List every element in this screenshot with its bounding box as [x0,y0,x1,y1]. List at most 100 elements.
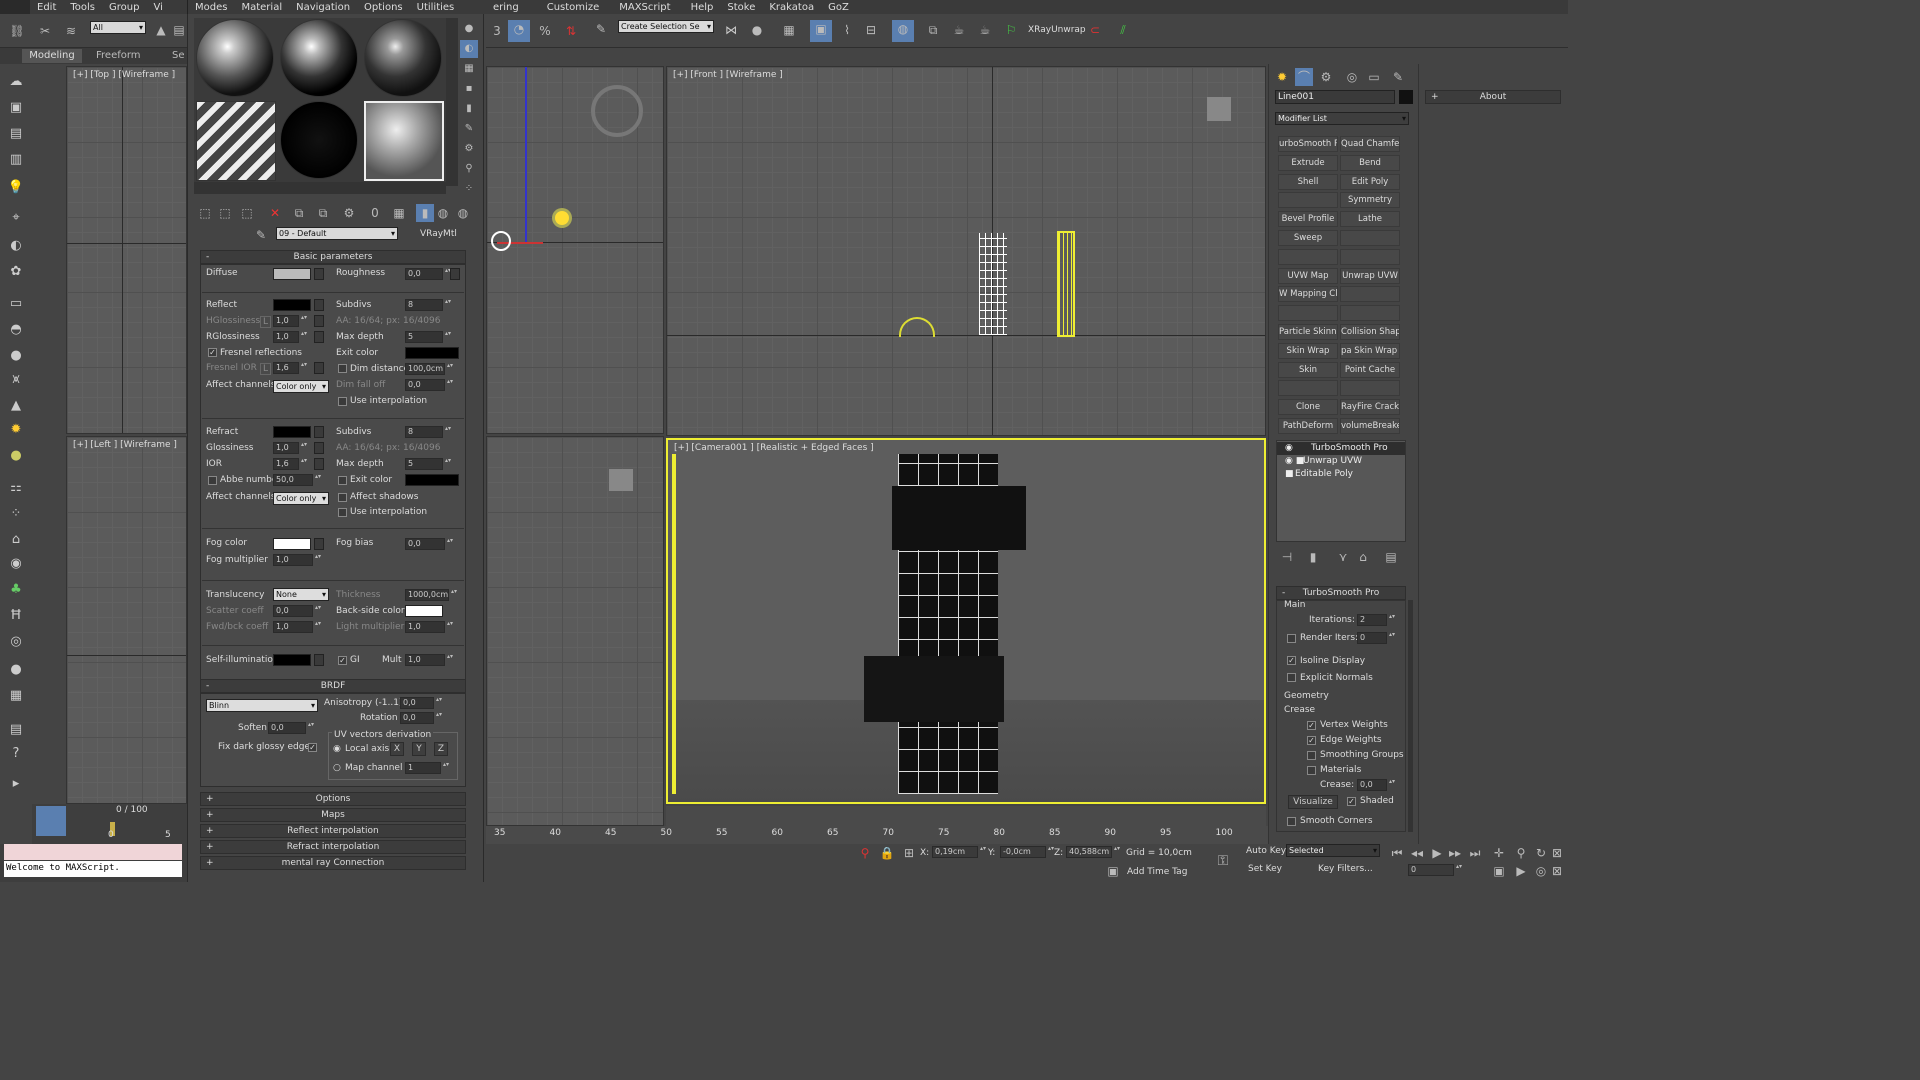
modifier-button-12-1[interactable]: Point Cache [1340,361,1400,378]
next-frame-icon[interactable]: ▸▸ [1446,844,1464,862]
key-filters-button[interactable]: Key Filters... [1318,864,1373,874]
xrayunwrap-label[interactable]: XRayUnwrap [1028,25,1086,35]
shaded-checkbox[interactable]: ✓ [1347,797,1356,806]
smooth-corners-checkbox[interactable] [1287,817,1296,826]
plant-icon[interactable]: ♣ [6,582,26,600]
menu-material[interactable]: Material [234,2,289,13]
make-unique-stack-icon[interactable]: ⋎ [1334,548,1352,566]
sphere-icon[interactable]: ● [6,348,26,366]
modifier-button-14-1[interactable]: RayFire Cracks [1340,399,1400,416]
reset-map-icon[interactable]: ✕ [266,204,284,222]
select-by-name-icon[interactable]: ▤ [170,21,188,39]
fwd-bck-coeff-spinner[interactable]: 1,0 [273,621,321,633]
selection-lock-icon[interactable]: 🔒 [878,844,896,862]
fresnel-ior-spinner[interactable]: 1,6 [273,362,307,374]
hierarchy-tab-icon[interactable]: ⚙ [1317,68,1335,86]
ior-map-button[interactable] [314,458,324,470]
panel-icon[interactable]: ▥ [6,152,26,170]
pin-stack-icon[interactable]: ⊣ [1278,548,1296,566]
modifier-button-2-0[interactable]: Shell [1278,173,1338,190]
fresnel-ior-map-button[interactable] [314,362,324,374]
menu-krakatoa[interactable]: Krakatoa [762,2,821,13]
script-icon[interactable]: ▤ [6,722,26,740]
gi-checkbox[interactable]: ✓ [338,656,347,665]
viewport-camera-label[interactable]: [+] [Camera001 ] [Realistic + Edged Face… [674,443,874,453]
render-iters-spinner[interactable]: 0 [1357,632,1395,644]
viewport-left-partial[interactable] [486,436,664,826]
show-end-result-icon[interactable]: ▮ [416,204,434,222]
command-panel-scrollbar[interactable] [1408,600,1413,832]
show-end-result-stack-icon[interactable]: ▮ [1304,548,1322,566]
min-max-toggle-icon[interactable]: ⊠ [1548,862,1566,880]
sheet-icon[interactable]: ▤ [6,126,26,144]
menu-help[interactable]: Help [684,2,721,13]
menu-goz[interactable]: GoZ [821,2,856,13]
menu-options[interactable]: Options [357,2,410,13]
modifier-button-4-1[interactable]: Lathe [1340,211,1400,228]
modifier-button-11-0[interactable]: Skin Wrap [1278,342,1338,359]
dim-distance-checkbox[interactable] [338,364,347,373]
y-coord-field[interactable]: -0,0cm [1000,846,1054,858]
sample-slot-5[interactable] [280,101,358,179]
film-icon[interactable]: ✿ [6,264,26,282]
play-icon[interactable]: ▶ [1428,844,1446,862]
object-gizmo[interactable] [491,231,511,251]
grass-icon[interactable]: ⩙ [6,372,26,390]
viewport-camera[interactable]: [+] [Camera001 ] [Realistic + Edged Face… [666,438,1266,804]
configure-modifier-sets-icon[interactable]: ▤ [1382,548,1400,566]
axis-z-button[interactable]: Z [434,742,448,756]
set-key-button[interactable]: Set Key [1248,864,1282,874]
tab-selection[interactable]: Se [172,50,185,61]
rollout-reflect-interpolation[interactable]: + Reflect interpolation [200,824,466,838]
modifier-button-11-1[interactable]: pa Skin Wrap I [1340,342,1400,359]
menu-customize[interactable]: Customize [540,2,607,13]
refract-glossiness-map-button[interactable] [314,442,324,454]
front-light-object[interactable] [1207,97,1231,121]
sample-slot-3[interactable] [364,19,442,97]
remove-modifier-icon[interactable]: ⌂ [1354,548,1372,566]
rollout-refract-interpolation[interactable]: + Refract interpolation [200,840,466,854]
timeline-ruler[interactable]: 35 40 45 50 55 60 65 70 75 80 85 90 95 100 [486,826,1268,844]
rollout-maps[interactable]: + Maps [200,808,466,822]
modifier-button-15-0[interactable]: PathDeform [1278,418,1338,434]
object-name-field[interactable]: Line001 [1275,90,1395,104]
sun-icon[interactable]: ✹ [6,422,26,440]
object-color-swatch[interactable] [1399,90,1413,104]
make-unique-icon[interactable]: ⧉ [314,204,332,222]
unlink-icon[interactable]: ✂ [36,22,54,40]
copy-material-icon[interactable]: ⧉ [290,204,308,222]
edge-weights-checkbox[interactable]: ✓ [1307,736,1316,745]
refract-color-swatch[interactable] [273,426,311,438]
viewport-top-label[interactable]: [+] [Top ] [Wireframe ] [73,70,175,80]
show-shaded-map-icon[interactable]: ▦ [390,204,408,222]
snap-3d-icon[interactable]: 3 [488,22,506,40]
get-material-icon[interactable]: ⬚ [196,204,214,222]
refract-exit-color-swatch[interactable] [405,474,459,486]
percent-snap-icon[interactable]: % [536,22,554,40]
hglossiness-map-button[interactable] [314,315,324,327]
roughness-spinner[interactable]: 0,0 [405,268,451,280]
modifier-button-15-1[interactable]: volumeBreaker [1340,418,1400,434]
display-tab-icon[interactable]: ▭ [1365,68,1383,86]
maxscript-listener[interactable] [4,844,182,860]
axis-y-button[interactable]: Y [412,742,426,756]
thickness-spinner[interactable]: 1000,0cm [405,589,457,601]
menu-group[interactable]: Group [102,2,146,13]
diffuse-color-swatch[interactable] [273,268,311,280]
modifier-button-1-1[interactable]: Bend [1340,154,1400,171]
material-editor-icon[interactable]: ◍ [892,20,914,42]
plane-icon[interactable]: ▭ [6,296,26,314]
refract-map-button[interactable] [314,426,324,438]
ior-spinner[interactable]: 1,6 [273,458,307,470]
key-icon[interactable]: ⚿ [1214,852,1232,870]
abbe-checkbox[interactable] [208,476,217,485]
visualize-button[interactable]: Visualize [1288,795,1338,809]
sample-slot-1[interactable] [196,19,274,97]
orb-icon[interactable]: ● [6,448,26,466]
schematic-view-icon[interactable]: ⊟ [862,21,880,39]
sample-slot-6-active[interactable] [364,101,444,181]
modifier-button-12-0[interactable]: Skin [1278,361,1338,378]
iterations-spinner[interactable]: 2 [1357,614,1395,626]
modifier-button-1-0[interactable]: Extrude [1278,154,1338,171]
helper-icon[interactable]: ◐ [6,238,26,256]
